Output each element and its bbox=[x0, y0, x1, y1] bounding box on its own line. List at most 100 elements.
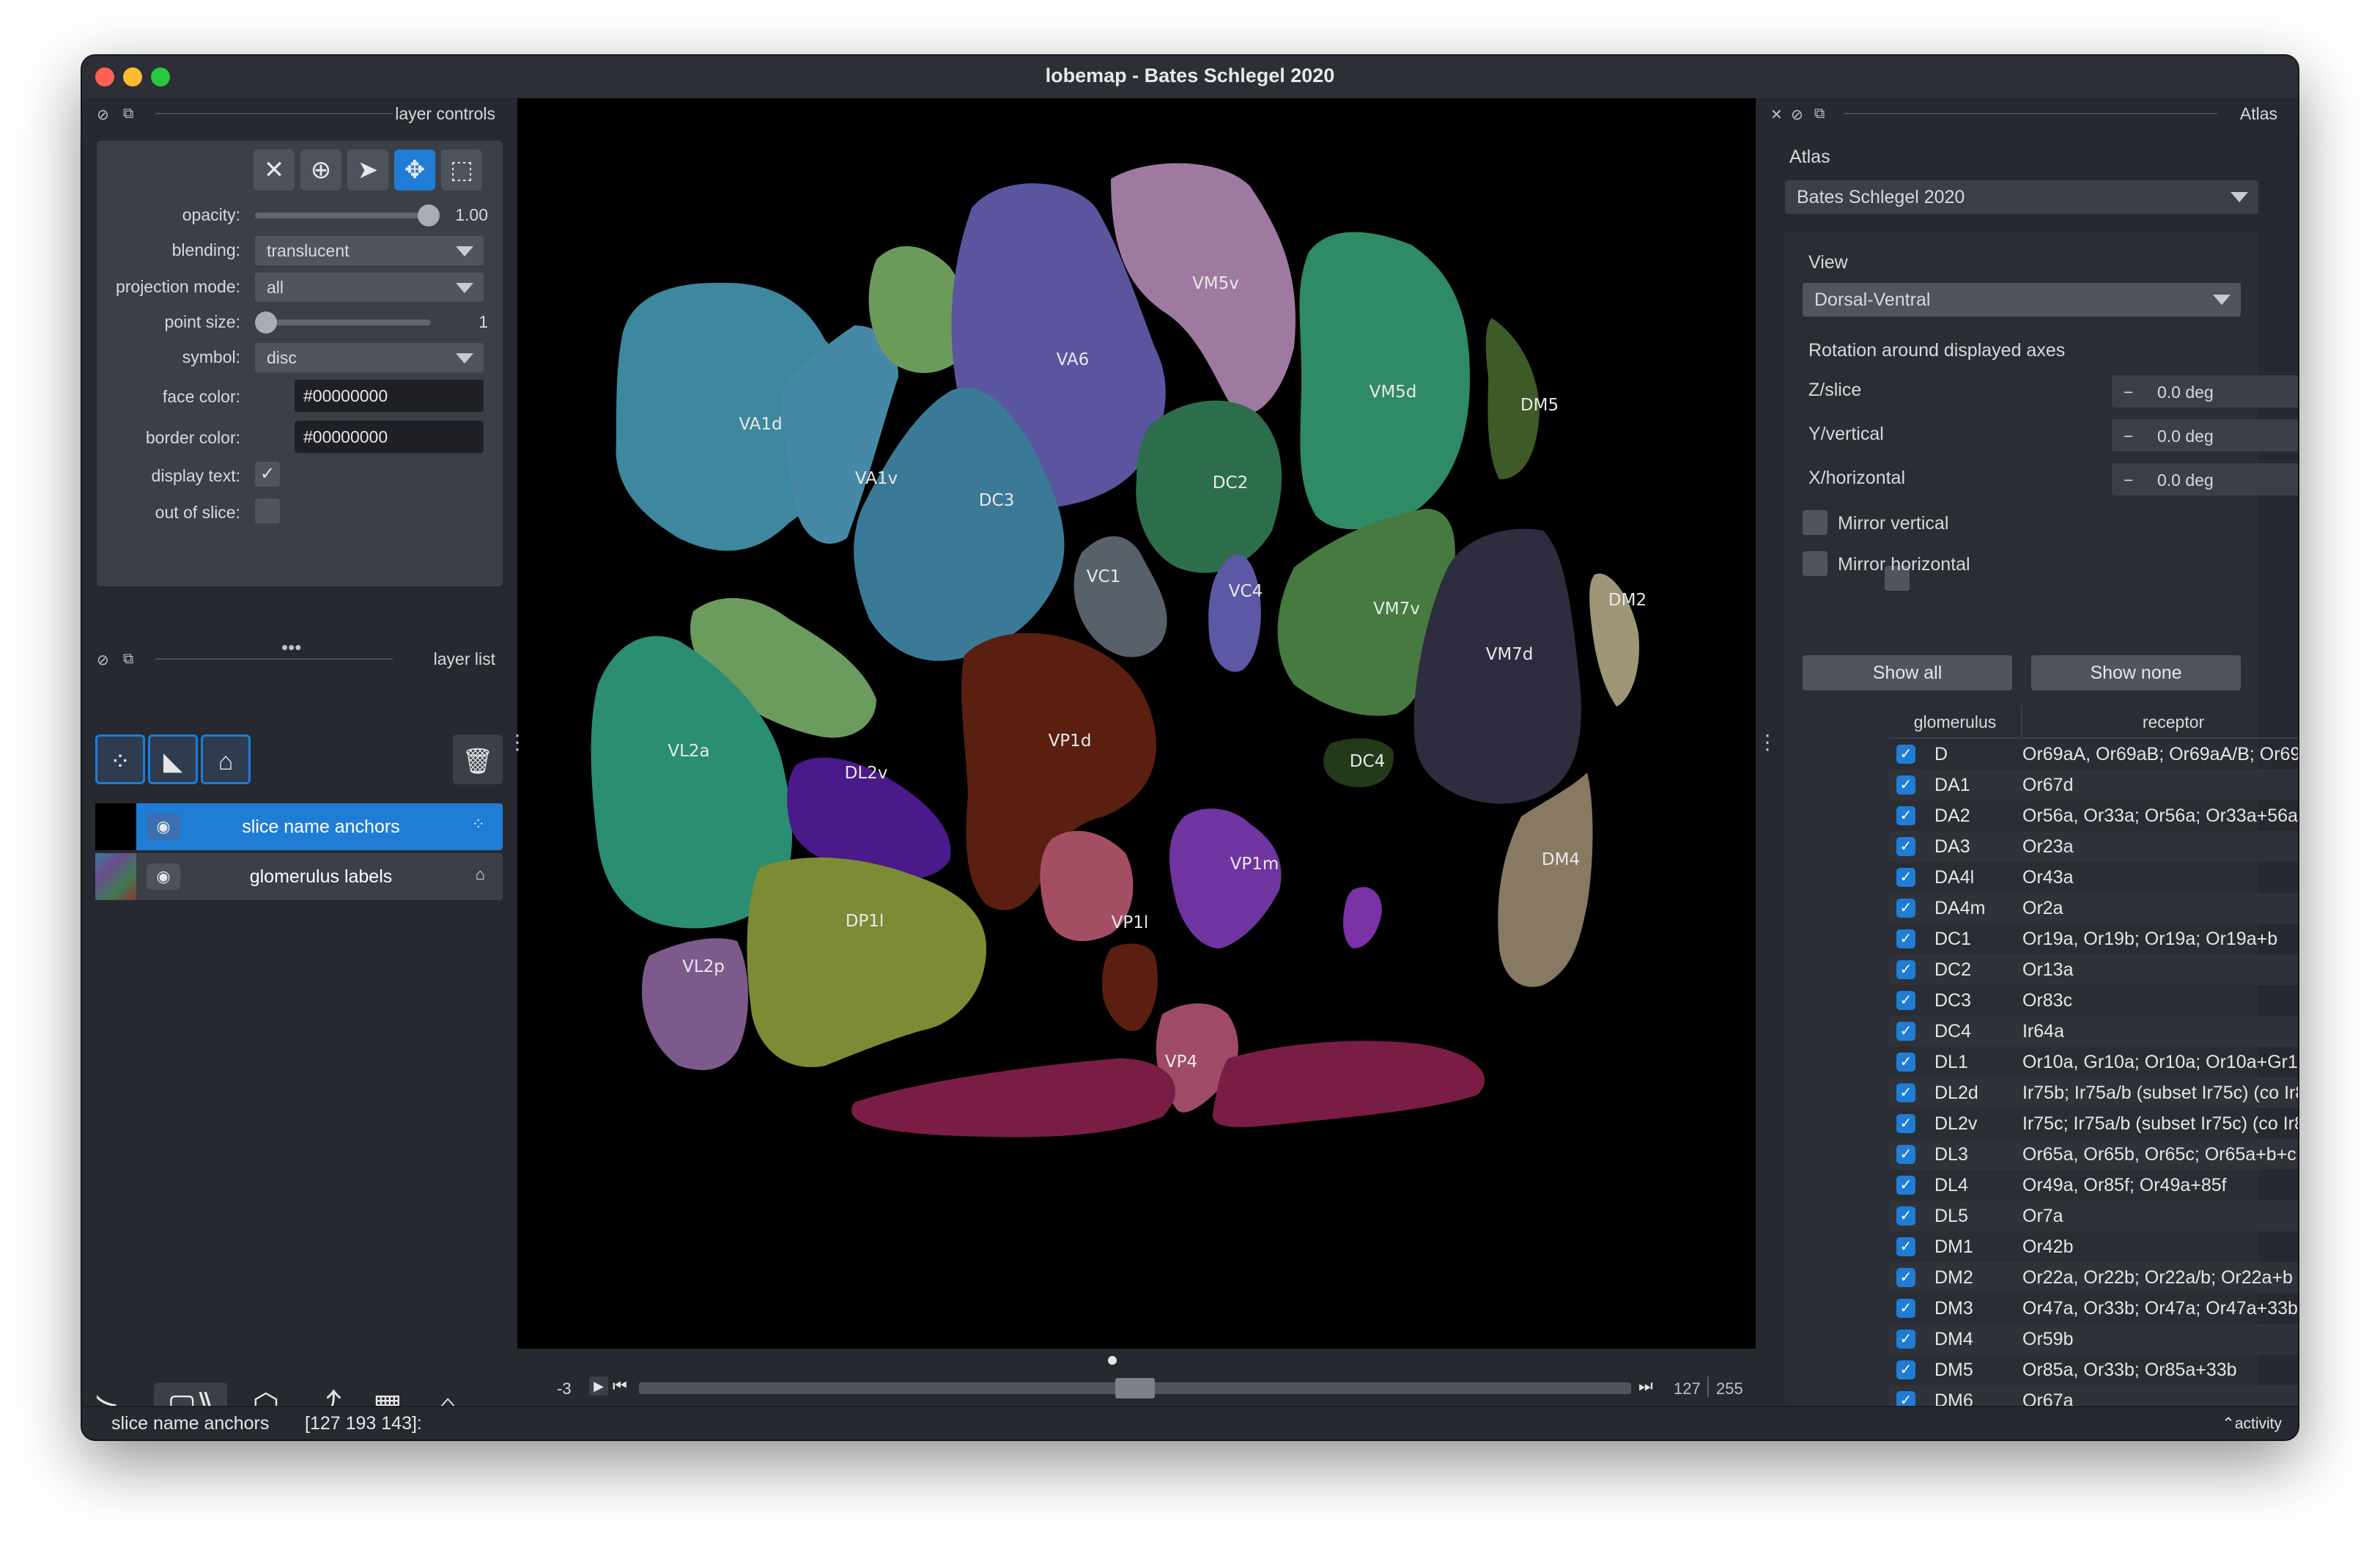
select-arrow-icon[interactable]: ➤ bbox=[347, 150, 388, 191]
blending-select[interactable]: translucent bbox=[255, 236, 484, 265]
view-select[interactable]: Dorsal-Ventral bbox=[1803, 283, 2241, 317]
opacity-slider-handle[interactable] bbox=[418, 204, 440, 226]
glomerulus-checkbox[interactable]: ✓ bbox=[1896, 899, 1915, 918]
y-vertical-spinbox[interactable]: − 0.0 deg + bbox=[2112, 419, 2298, 452]
receptor-name: Ir75c; Ir75a/b (subset Ir75c) (co Ir8a) bbox=[2022, 1113, 2298, 1134]
transform-icon[interactable]: ⬚ bbox=[441, 150, 482, 191]
glomerulus-checkbox[interactable]: ✓ bbox=[1896, 929, 1915, 948]
table-row[interactable]: ✓ DL5 Or7a bbox=[1889, 1201, 2298, 1231]
table-row[interactable]: ✓ DL2v Ir75c; Ir75a/b (subset Ir75c) (co I… bbox=[1889, 1108, 2298, 1139]
glomerulus-name: DC1 bbox=[1934, 929, 1972, 949]
glomerulus-checkbox[interactable]: ✓ bbox=[1896, 1206, 1915, 1226]
show-none-button[interactable]: Show none bbox=[2031, 655, 2241, 690]
face-color-field[interactable]: #00000000 bbox=[295, 380, 484, 412]
border-color-field[interactable]: #00000000 bbox=[295, 421, 484, 453]
x-horizontal-spinbox[interactable]: − 0.0 deg + bbox=[2112, 463, 2298, 495]
atlas-dock-header: ✕ ⊘ ⧉ Atlas bbox=[1756, 98, 2298, 128]
atlas-select[interactable]: Bates Schlegel 2020 bbox=[1785, 180, 2258, 214]
out-of-slice-checkbox[interactable] bbox=[255, 498, 280, 523]
mirror-horizontal-checkbox[interactable] bbox=[1803, 551, 1828, 576]
table-row[interactable]: ✓ DL1 Or10a, Gr10a; Or10a; Or10a+Gr10a bbox=[1889, 1047, 2298, 1077]
close-icon[interactable]: ✕ bbox=[1770, 106, 1783, 124]
new-shapes-layer-button[interactable]: ◣ bbox=[148, 734, 198, 784]
glomerulus-checkbox[interactable]: ✓ bbox=[1896, 1330, 1915, 1349]
table-row[interactable]: ✓ DC3 Or83c bbox=[1889, 985, 2298, 1016]
glomerulus-checkbox[interactable]: ✓ bbox=[1896, 1360, 1915, 1379]
activity-button[interactable]: ⌃activity bbox=[2222, 1415, 2282, 1433]
eye-icon[interactable]: ◉ bbox=[147, 814, 180, 840]
undock-icon[interactable]: ⧉ bbox=[1814, 106, 1825, 122]
show-all-button[interactable]: Show all bbox=[1803, 655, 2012, 690]
table-row[interactable]: ✓ DA3 Or23a bbox=[1889, 831, 2298, 862]
viewer-canvas[interactable]: VA1d VA1v VA6 VM5v VM5d DM5 DC3 DC2 VC1 VC4 VM7v VM… bbox=[517, 98, 1756, 1349]
glomerulus-name: DA3 bbox=[1934, 836, 1970, 857]
glomerulus-checkbox[interactable]: ✓ bbox=[1896, 1237, 1915, 1256]
point-size-slider-handle[interactable] bbox=[255, 312, 277, 333]
table-row[interactable]: ✓ DA4m Or2a bbox=[1889, 893, 2298, 924]
glomerulus-checkbox[interactable]: ✓ bbox=[1896, 837, 1915, 856]
receptor-name: Ir64a bbox=[2022, 1021, 2064, 1042]
glomerulus-checkbox[interactable]: ✓ bbox=[1896, 1268, 1915, 1287]
table-row[interactable]: ✓ DA2 Or56a, Or33a; Or56a; Or33a+56a bbox=[1889, 800, 2298, 831]
undock-icon[interactable]: ⧉ bbox=[123, 651, 133, 668]
add-point-icon[interactable]: ⊕ bbox=[300, 150, 341, 191]
glomerulus-checkbox[interactable]: ✓ bbox=[1896, 1022, 1915, 1041]
table-row[interactable]: ✓ DA4l Or43a bbox=[1889, 862, 2298, 893]
projection-mode-select[interactable]: all bbox=[255, 273, 484, 302]
table-row[interactable]: ✓ DC4 Ir64a bbox=[1889, 1016, 2298, 1047]
step-back-icon[interactable]: ⏮ bbox=[613, 1376, 627, 1396]
glomerulus-checkbox[interactable]: ✓ bbox=[1896, 1176, 1915, 1195]
step-forward-icon[interactable]: ⏭ bbox=[1638, 1376, 1653, 1396]
layer-item[interactable]: ◉ slice name anchors ⁘ bbox=[95, 803, 503, 850]
trash-icon[interactable]: 🗑 bbox=[453, 734, 503, 784]
table-row[interactable]: ✓ DM4 Or59b bbox=[1889, 1324, 2298, 1354]
undock-icon[interactable]: ⧉ bbox=[123, 106, 133, 122]
dims-slider-handle[interactable] bbox=[1115, 1378, 1155, 1398]
left-splitter-dots[interactable]: ⋮ bbox=[507, 730, 528, 754]
glomerulus-checkbox[interactable]: ✓ bbox=[1896, 775, 1915, 795]
play-icon[interactable]: ▶ bbox=[589, 1376, 608, 1396]
glomerulus-checkbox[interactable]: ✓ bbox=[1896, 806, 1915, 825]
mirror-vertical-checkbox[interactable] bbox=[1803, 510, 1828, 535]
minus-icon[interactable]: − bbox=[2124, 471, 2133, 490]
table-row[interactable]: ✓ DL4 Or49a, Or85f; Or49a+85f bbox=[1889, 1170, 2298, 1201]
new-points-layer-button[interactable]: ⁘ bbox=[95, 734, 145, 784]
display-text-checkbox[interactable]: ✓ bbox=[255, 462, 280, 487]
glomerulus-checkbox[interactable]: ✓ bbox=[1896, 960, 1915, 979]
pan-zoom-icon[interactable]: ✥ bbox=[394, 150, 435, 191]
minus-icon[interactable]: − bbox=[2124, 383, 2133, 402]
table-row[interactable]: ✓ DL2d Ir75b; Ir75a/b (subset Ir75c) (co I… bbox=[1889, 1077, 2298, 1108]
opacity-slider[interactable] bbox=[255, 213, 431, 218]
labels-layer-icon: ⌂ bbox=[475, 865, 485, 883]
eye-icon[interactable]: ◉ bbox=[147, 863, 180, 890]
glomerulus-label: DM2 bbox=[1608, 591, 1647, 610]
minus-icon[interactable]: − bbox=[2124, 427, 2133, 446]
close-icon[interactable]: ✕ bbox=[254, 150, 295, 191]
table-row[interactable]: ✓ DM5 Or85a, Or33b; Or85a+33b bbox=[1889, 1354, 2298, 1385]
float-dock-icon[interactable]: ⊘ bbox=[1791, 106, 1803, 124]
z-slice-spinbox[interactable]: − 0.0 deg + bbox=[2112, 375, 2298, 408]
table-row[interactable]: ✓ DA1 Or67d bbox=[1889, 770, 2298, 800]
new-labels-layer-button[interactable]: ⌂ bbox=[201, 734, 251, 784]
table-row[interactable]: ✓ DM3 Or47a, Or33b; Or47a; Or47a+33b bbox=[1889, 1293, 2298, 1324]
float-dock-icon[interactable]: ⊘ bbox=[97, 651, 109, 669]
table-row[interactable]: ✓ DL3 Or65a, Or65b, Or65c; Or65a+b+c bbox=[1889, 1139, 2298, 1170]
point-size-slider[interactable] bbox=[255, 320, 431, 325]
glomerulus-checkbox[interactable]: ✓ bbox=[1896, 1299, 1915, 1318]
glomerulus-checkbox[interactable]: ✓ bbox=[1896, 745, 1915, 764]
glomerulus-checkbox[interactable]: ✓ bbox=[1896, 1145, 1915, 1164]
float-dock-icon[interactable]: ⊘ bbox=[97, 106, 109, 124]
table-row[interactable]: ✓ DM2 Or22a, Or22b; Or22a/b; Or22a+b bbox=[1889, 1262, 2298, 1293]
table-row[interactable]: ✓ DC1 Or19a, Or19b; Or19a; Or19a+b bbox=[1889, 924, 2298, 954]
glomerulus-checkbox[interactable]: ✓ bbox=[1896, 991, 1915, 1010]
table-row[interactable]: ✓ DC2 Or13a bbox=[1889, 954, 2298, 985]
layer-item[interactable]: ◉ glomerulus labels ⌂ bbox=[95, 853, 503, 900]
glomerulus-checkbox[interactable]: ✓ bbox=[1896, 1083, 1915, 1102]
glomerulus-checkbox[interactable]: ✓ bbox=[1896, 1053, 1915, 1072]
glomerulus-checkbox[interactable]: ✓ bbox=[1896, 868, 1915, 887]
symbol-select[interactable]: disc bbox=[255, 343, 484, 372]
glomerulus-checkbox[interactable]: ✓ bbox=[1896, 1114, 1915, 1133]
right-splitter-dots[interactable]: ⋮ bbox=[1757, 730, 1778, 754]
table-row[interactable]: ✓ D Or69aA, Or69aB; Or69aA/B; Or69 bbox=[1889, 739, 2298, 770]
table-row[interactable]: ✓ DM1 Or42b bbox=[1889, 1231, 2298, 1262]
